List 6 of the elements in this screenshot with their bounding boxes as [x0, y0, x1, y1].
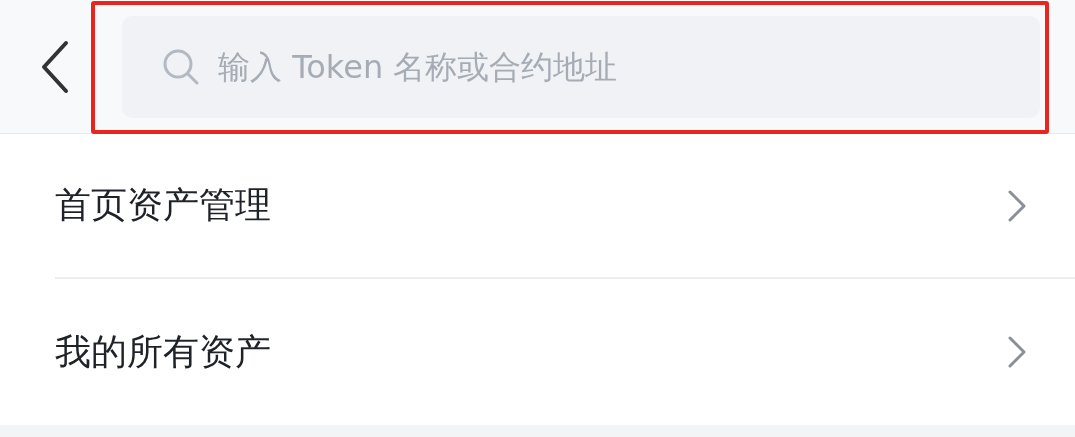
search-icon: [162, 47, 200, 86]
menu-item[interactable]: 首页资产管理: [55, 134, 1075, 279]
search-field[interactable]: 输入 Token 名称或合约地址: [122, 15, 1040, 118]
menu-item[interactable]: 我的所有资产: [55, 279, 1075, 425]
chevron-right-icon: [1007, 335, 1027, 369]
chevron-right-icon: [1007, 188, 1027, 223]
